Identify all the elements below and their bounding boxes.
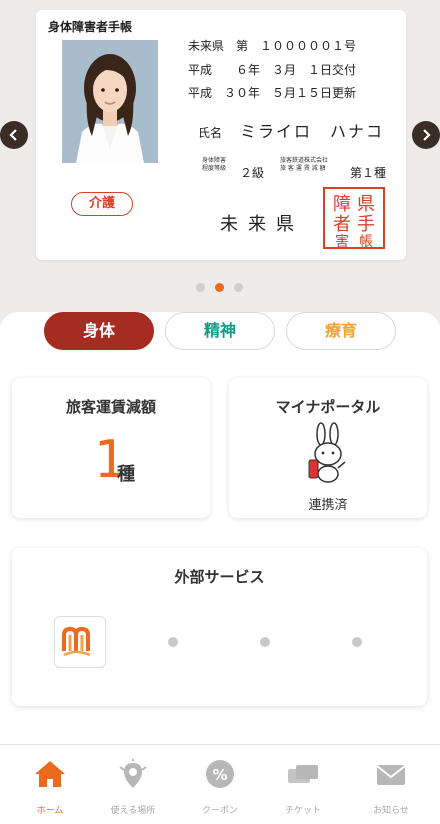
nav-home[interactable]: ホーム: [15, 759, 85, 816]
mail-icon: [376, 765, 406, 785]
myna-portal-title: マイナポータル: [275, 398, 381, 416]
rail-value: 第１種: [350, 166, 387, 180]
nav-notifications[interactable]: お知らせ: [356, 759, 426, 816]
external-services-panel: 外部サービス: [12, 548, 427, 706]
ticket-icon: [288, 765, 318, 783]
grade-label-line1: 身体障害: [202, 157, 227, 164]
nav-coupons[interactable]: % クーポン: [185, 759, 255, 816]
bottom-navigation: ホーム 使える場所 % クーポン チケット お知らせ: [0, 744, 440, 824]
tab-physical[interactable]: 身体: [44, 312, 154, 350]
coupon-icon: %: [206, 760, 234, 788]
map-pin-icon: [119, 759, 147, 788]
official-seal: 県 手 障 帳 者 害: [322, 186, 386, 250]
grade-value: ２級: [240, 166, 265, 180]
service-placeholder: [352, 637, 362, 647]
service-placeholder: [260, 637, 270, 647]
carousel-dot[interactable]: [234, 283, 243, 292]
fare-discount-unit: 種: [117, 464, 135, 485]
seal-char: 障: [333, 194, 351, 215]
holder-photo: [62, 40, 158, 163]
name-value: ミライロ ハナコ: [240, 122, 385, 141]
rail-label-line1: 旅客鉄道株式会社: [280, 157, 329, 164]
service-placeholder: [168, 637, 178, 647]
grade-label-line2: 程度等級: [202, 165, 227, 172]
tab-intellectual[interactable]: 療育: [286, 312, 396, 350]
seal-char: 帳: [359, 234, 373, 250]
nav-label: お知らせ: [373, 806, 409, 816]
external-services-title: 外部サービス: [174, 568, 265, 586]
seal-char: 県: [357, 194, 375, 215]
seal-char: 害: [335, 234, 349, 250]
carousel-indicator: [196, 283, 243, 292]
card-number-line: 未来県 第 １０００００１号: [188, 39, 357, 53]
card-carousel[interactable]: 身体障害者手帳 未来県 第 １０００００１号 平成 ６年 ３月 １日交付 平成 …: [0, 0, 440, 330]
disability-id-card[interactable]: 身体障害者手帳 未来県 第 １０００００１号 平成 ６年 ３月 １日交付 平成 …: [36, 10, 406, 260]
seal-char: 手: [357, 214, 375, 235]
chevron-right-icon: [423, 129, 431, 141]
mirairo-logo-icon: [62, 626, 91, 657]
nav-tickets[interactable]: チケット: [268, 759, 338, 816]
mirairo-service-logo[interactable]: [54, 616, 106, 668]
nav-places[interactable]: 使える場所: [98, 759, 168, 816]
carousel-dot[interactable]: [196, 283, 205, 292]
svg-text:%: %: [212, 766, 227, 784]
name-label: 氏名: [198, 126, 223, 140]
myna-portal-panel[interactable]: マイナポータル 連携済: [229, 378, 427, 518]
card-title: 身体障害者手帳: [48, 20, 133, 34]
seal-char: 者: [333, 214, 351, 235]
prefecture-name: 未来県: [220, 214, 304, 235]
care-badge: 介護: [71, 192, 133, 216]
tab-mental[interactable]: 精神: [165, 312, 275, 350]
carousel-dot-active[interactable]: [215, 283, 224, 292]
carousel-next-button[interactable]: [412, 121, 440, 149]
card-renew-line: 平成 ３０年 ５月１５日更新: [188, 86, 357, 100]
card-issue-line: 平成 ６年 ３月 １日交付: [188, 63, 357, 77]
mynaportal-mascot-icon: [308, 422, 346, 483]
chevron-left-icon: [9, 129, 17, 141]
home-icon: [35, 761, 65, 787]
nav-label: クーポン: [201, 806, 238, 816]
carousel-prev-button[interactable]: [0, 121, 28, 149]
nav-label: 使える場所: [110, 806, 156, 816]
fare-discount-title: 旅客運賃減額: [65, 398, 156, 416]
nav-label: ホーム: [36, 806, 64, 816]
nav-label: チケット: [284, 806, 321, 816]
myna-portal-status: 連携済: [308, 498, 348, 513]
rail-label-line2: 旅 客 運 賃 減 額: [280, 165, 326, 172]
fare-discount-panel[interactable]: 旅客運賃減額 1 種: [12, 378, 210, 518]
